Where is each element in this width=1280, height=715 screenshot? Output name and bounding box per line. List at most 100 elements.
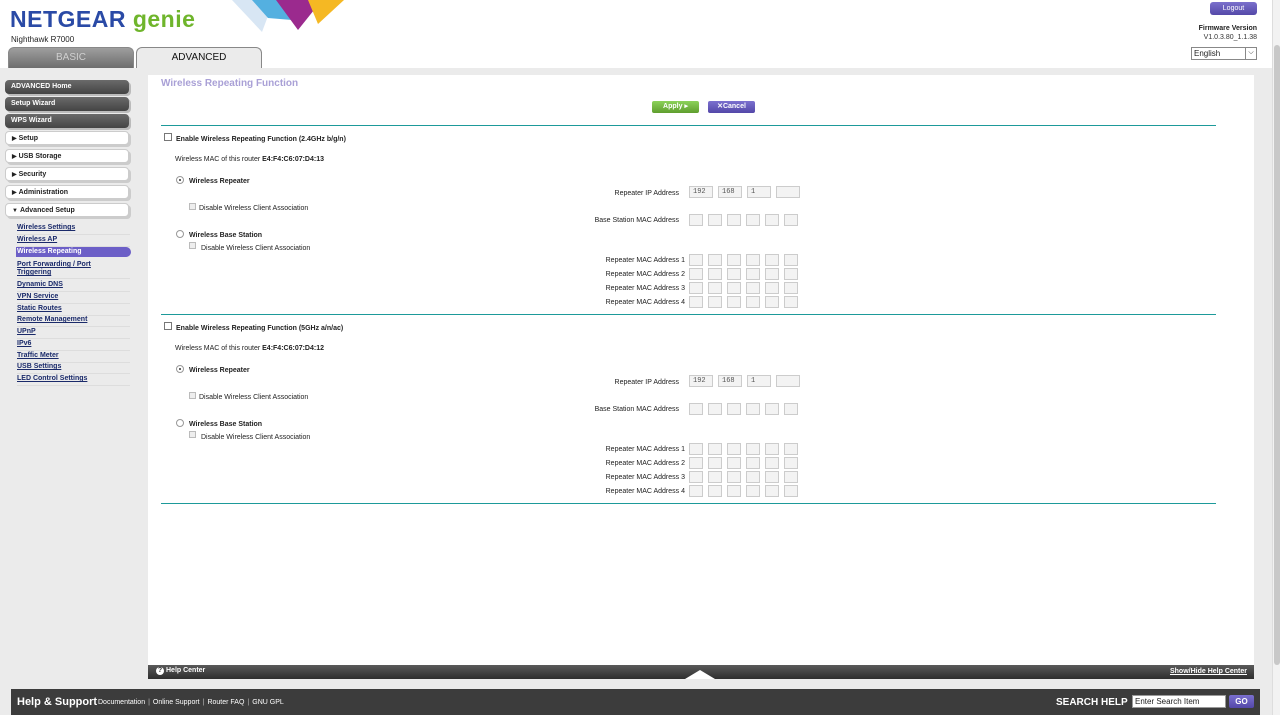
sidebar-item-led-control[interactable]: LED Control Settings xyxy=(17,375,130,386)
footer-link-router-faq[interactable]: Router FAQ xyxy=(207,699,244,706)
page-scrollbar[interactable] xyxy=(1272,0,1280,715)
sidebar-item-port-forwarding[interactable]: Port Forwarding / Port Triggering xyxy=(17,261,130,279)
mac-field[interactable] xyxy=(765,485,779,497)
repeater-ip-5ghz-octet-4[interactable] xyxy=(776,375,800,387)
repeater-ip-24ghz-octet-1[interactable]: 192 xyxy=(689,186,713,198)
mac-field[interactable] xyxy=(689,214,703,226)
wireless-repeater-24ghz-radio[interactable] xyxy=(176,176,184,184)
sidebar-section-security[interactable]: ▶ Security xyxy=(5,167,129,181)
repeater-ip-24ghz-octet-4[interactable] xyxy=(776,186,800,198)
repeater-ip-24ghz-octet-2[interactable]: 168 xyxy=(718,186,742,198)
mac-field[interactable] xyxy=(727,471,741,483)
language-select[interactable]: English ⌵ xyxy=(1191,47,1257,60)
mac-field[interactable] xyxy=(727,457,741,469)
footer-link-gnu-gpl[interactable]: GNU GPL xyxy=(252,699,284,706)
mac-field[interactable] xyxy=(765,457,779,469)
mac-field[interactable] xyxy=(784,485,798,497)
enable-repeating-24ghz-checkbox[interactable] xyxy=(164,133,172,141)
mac-field[interactable] xyxy=(689,254,703,266)
repeater-ip-24ghz-octet-3[interactable]: 1 xyxy=(747,186,771,198)
sidebar-wps-wizard[interactable]: WPS Wizard xyxy=(5,114,129,128)
mac-field[interactable] xyxy=(708,268,722,280)
repeater-ip-5ghz-octet-2[interactable]: 168 xyxy=(718,375,742,387)
sidebar-item-wireless-ap[interactable]: Wireless AP xyxy=(17,236,130,247)
mac-field[interactable] xyxy=(708,457,722,469)
mac-field[interactable] xyxy=(708,471,722,483)
wireless-repeater-5ghz-radio[interactable] xyxy=(176,365,184,373)
mac-field[interactable] xyxy=(746,485,760,497)
mac-field[interactable] xyxy=(746,296,760,308)
sidebar-item-static-routes[interactable]: Static Routes xyxy=(17,305,130,316)
mac-field[interactable] xyxy=(765,403,779,415)
repeater-ip-5ghz-octet-3[interactable]: 1 xyxy=(747,375,771,387)
mac-field[interactable] xyxy=(727,254,741,266)
logout-button[interactable]: Logout xyxy=(1210,2,1257,15)
sidebar-section-usb-storage[interactable]: ▶ USB Storage xyxy=(5,149,129,163)
mac-field[interactable] xyxy=(784,254,798,266)
sidebar-item-traffic-meter[interactable]: Traffic Meter xyxy=(17,352,130,363)
mac-field[interactable] xyxy=(746,254,760,266)
show-hide-help-center-link[interactable]: Show/Hide Help Center xyxy=(1170,668,1247,675)
mac-field[interactable] xyxy=(784,471,798,483)
mac-field[interactable] xyxy=(708,443,722,455)
expand-up-arrow-icon[interactable] xyxy=(685,670,715,679)
mac-field[interactable] xyxy=(765,268,779,280)
sidebar-item-ipv6[interactable]: IPv6 xyxy=(17,340,130,351)
mac-field[interactable] xyxy=(746,214,760,226)
mac-field[interactable] xyxy=(708,214,722,226)
sidebar-setup-wizard[interactable]: Setup Wizard xyxy=(5,97,129,111)
mac-field[interactable] xyxy=(689,282,703,294)
sidebar-item-wireless-repeating[interactable]: Wireless Repeating xyxy=(16,247,131,257)
mac-field[interactable] xyxy=(708,403,722,415)
sidebar-item-upnp[interactable]: UPnP xyxy=(17,328,130,339)
sidebar-item-usb-settings[interactable]: USB Settings xyxy=(17,363,130,374)
wireless-base-station-5ghz-radio[interactable] xyxy=(176,419,184,427)
mac-field[interactable] xyxy=(784,214,798,226)
mac-field[interactable] xyxy=(727,443,741,455)
cancel-button[interactable]: ✕Cancel xyxy=(708,101,755,113)
mac-field[interactable] xyxy=(689,296,703,308)
footer-link-online-support[interactable]: Online Support xyxy=(153,699,200,706)
sidebar-section-advanced-setup[interactable]: ▼ Advanced Setup xyxy=(5,203,129,217)
mac-field[interactable] xyxy=(727,268,741,280)
scrollbar-thumb[interactable] xyxy=(1274,45,1280,665)
mac-field[interactable] xyxy=(689,268,703,280)
mac-field[interactable] xyxy=(689,443,703,455)
apply-button[interactable]: Apply ▸ xyxy=(652,101,699,113)
disable-client-assoc-repeater-5ghz-checkbox[interactable] xyxy=(189,392,196,399)
mac-field[interactable] xyxy=(689,457,703,469)
search-help-input[interactable]: Enter Search Item xyxy=(1132,695,1226,708)
mac-field[interactable] xyxy=(708,296,722,308)
mac-field[interactable] xyxy=(746,268,760,280)
mac-field[interactable] xyxy=(784,443,798,455)
enable-repeating-5ghz-checkbox[interactable] xyxy=(164,322,172,330)
mac-field[interactable] xyxy=(746,443,760,455)
mac-field[interactable] xyxy=(708,254,722,266)
mac-field[interactable] xyxy=(765,282,779,294)
mac-field[interactable] xyxy=(765,443,779,455)
mac-field[interactable] xyxy=(708,282,722,294)
mac-field[interactable] xyxy=(784,296,798,308)
sidebar-item-dynamic-dns[interactable]: Dynamic DNS xyxy=(17,281,130,292)
mac-field[interactable] xyxy=(765,214,779,226)
repeater-ip-5ghz-octet-1[interactable]: 192 xyxy=(689,375,713,387)
help-center-link[interactable]: ? Help Center xyxy=(156,667,205,675)
mac-field[interactable] xyxy=(765,296,779,308)
mac-field[interactable] xyxy=(784,457,798,469)
mac-field[interactable] xyxy=(727,403,741,415)
mac-field[interactable] xyxy=(727,282,741,294)
mac-field[interactable] xyxy=(727,214,741,226)
disable-client-assoc-base-24ghz-checkbox[interactable] xyxy=(189,242,196,249)
mac-field[interactable] xyxy=(765,471,779,483)
mac-field[interactable] xyxy=(727,296,741,308)
footer-link-documentation[interactable]: Documentation xyxy=(98,699,145,706)
tab-advanced[interactable]: ADVANCED xyxy=(136,47,262,68)
mac-field[interactable] xyxy=(708,485,722,497)
sidebar-item-wireless-settings[interactable]: Wireless Settings xyxy=(17,224,130,235)
mac-field[interactable] xyxy=(746,471,760,483)
sidebar-advanced-home[interactable]: ADVANCED Home xyxy=(5,80,129,94)
wireless-base-station-24ghz-radio[interactable] xyxy=(176,230,184,238)
sidebar-item-remote-management[interactable]: Remote Management xyxy=(17,316,130,327)
disable-client-assoc-base-5ghz-checkbox[interactable] xyxy=(189,431,196,438)
search-go-button[interactable]: GO xyxy=(1229,695,1254,708)
